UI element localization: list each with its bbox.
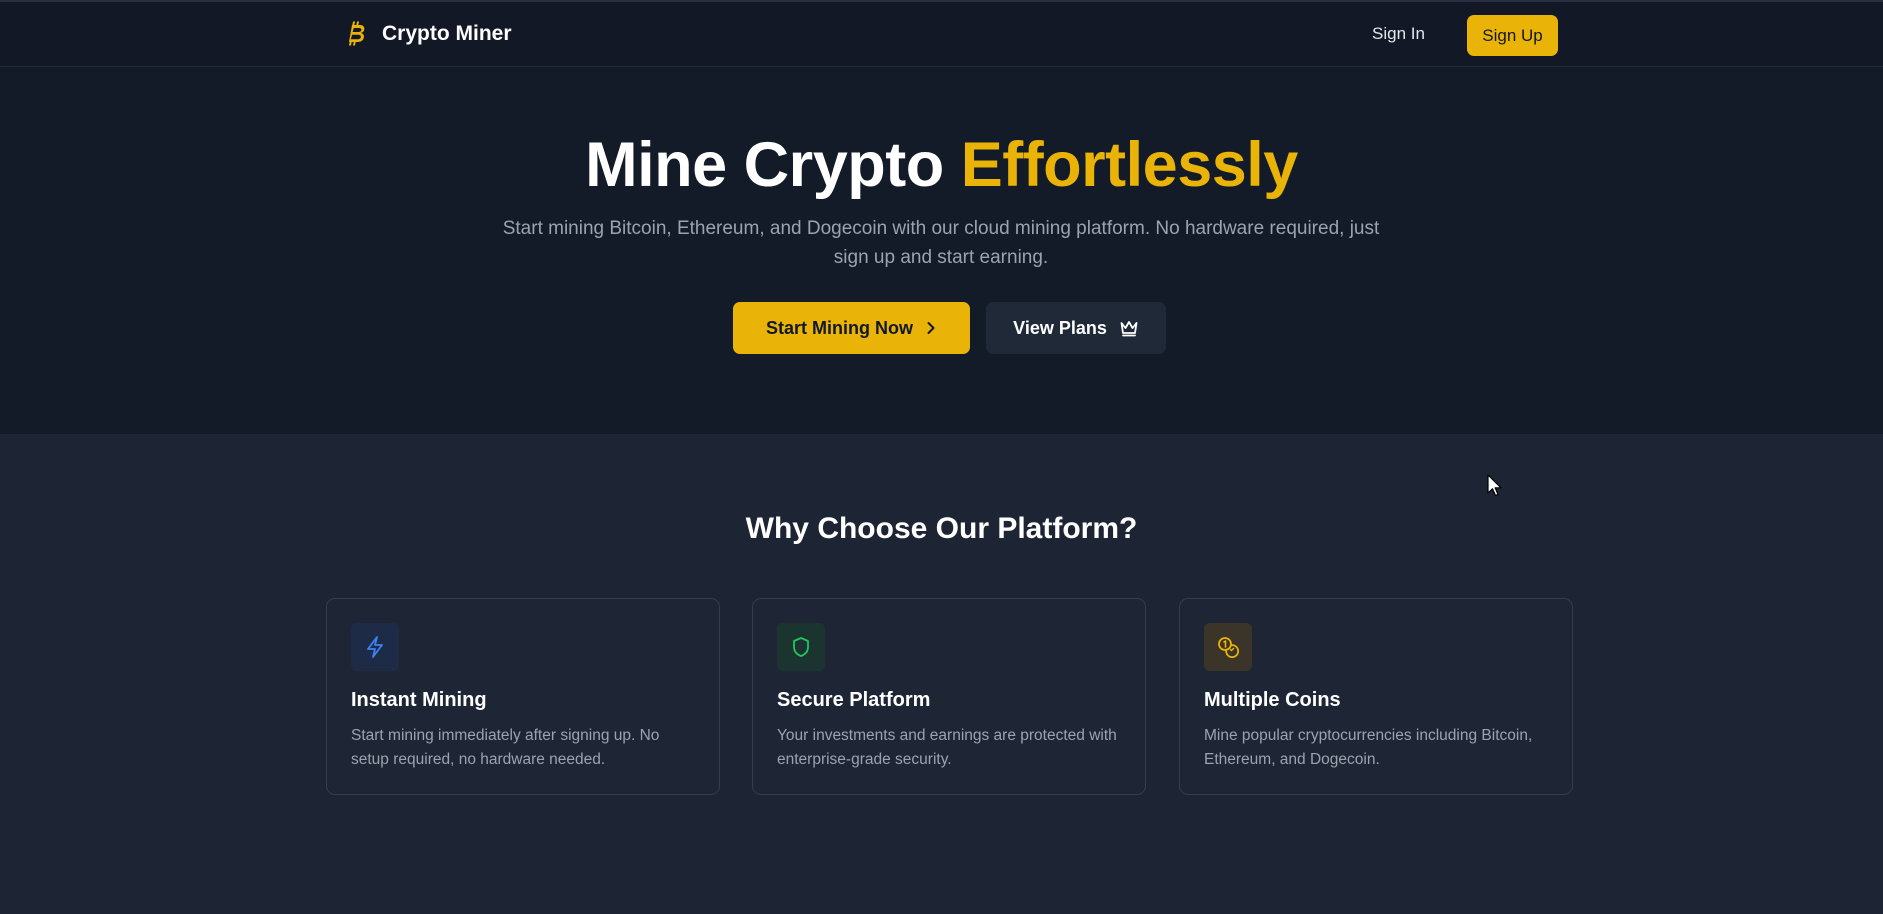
sign-up-button[interactable]: Sign Up xyxy=(1467,15,1558,56)
features-title: Why Choose Our Platform? xyxy=(745,512,1138,545)
hero-title-main: Mine Crypto xyxy=(585,130,944,200)
navbar: Crypto Miner Sign In Sign Up xyxy=(0,0,1883,67)
hero-section: Mine Crypto Effortlessly Start mining Bi… xyxy=(0,67,1883,434)
start-mining-button[interactable]: Start Mining Now xyxy=(733,302,970,354)
chevron-right-icon xyxy=(925,321,937,335)
feature-card-secure-platform: Secure Platform Your investments and ear… xyxy=(752,598,1146,795)
bitcoin-icon xyxy=(344,19,370,49)
page: Crypto Miner Sign In Sign Up Mine Crypto… xyxy=(0,0,1883,914)
feature-description: Mine popular cryptocurrencies including … xyxy=(1204,727,1533,768)
brand[interactable]: Crypto Miner xyxy=(344,19,512,49)
start-mining-label: Start Mining Now xyxy=(766,317,913,338)
view-plans-button[interactable]: View Plans xyxy=(986,302,1166,354)
feature-title: Secure Platform xyxy=(777,689,931,711)
feature-card-instant-mining: Instant Mining Start mining immediately … xyxy=(326,598,720,795)
brand-name: Crypto Miner xyxy=(382,22,512,45)
view-plans-label: View Plans xyxy=(1013,317,1107,338)
coins-icon xyxy=(1204,623,1252,671)
lightning-icon xyxy=(351,623,399,671)
feature-description: Your investments and earnings are protec… xyxy=(777,727,1117,768)
feature-title: Instant Mining xyxy=(351,689,487,711)
hero-title: Mine Crypto Effortlessly xyxy=(0,129,1883,201)
hero-subtitle: Start mining Bitcoin, Ethereum, and Doge… xyxy=(502,218,1380,268)
sign-in-link[interactable]: Sign In xyxy=(1372,24,1425,44)
hero-title-accent: Effortlessly xyxy=(960,130,1299,200)
feature-description: Start mining immediately after signing u… xyxy=(351,727,660,768)
crown-icon xyxy=(1119,319,1139,337)
mouse-cursor-icon xyxy=(1487,474,1503,503)
feature-title: Multiple Coins xyxy=(1204,689,1341,711)
shield-icon xyxy=(777,623,825,671)
feature-card-multiple-coins: Multiple Coins Mine popular cryptocurren… xyxy=(1179,598,1573,795)
